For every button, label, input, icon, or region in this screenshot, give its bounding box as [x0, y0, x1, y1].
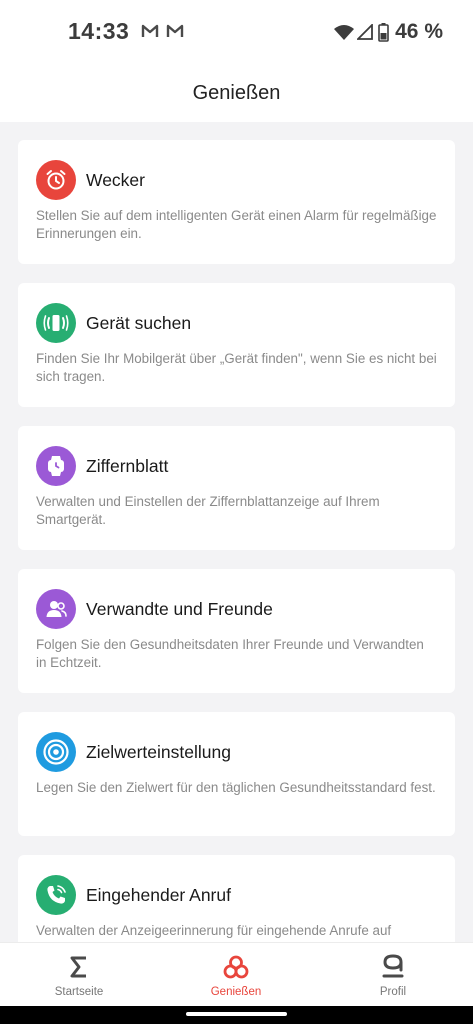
card-title: Verwandte und Freunde: [86, 598, 273, 619]
battery-icon: [378, 22, 389, 42]
sigma-icon: [70, 956, 86, 978]
card-description: Stellen Sie auf dem intelligenten Gerät …: [36, 208, 437, 241]
card-geraet-suchen[interactable]: Gerät suchen Finden Sie Ihr Mobilgerät ü…: [18, 283, 455, 407]
alarm-clock-icon: [36, 160, 76, 200]
card-description: Legen Sie den Zielwert für den täglichen…: [36, 780, 436, 795]
card-ziffernblatt[interactable]: Ziffernblatt Verwalten und Einstellen de…: [18, 426, 455, 550]
card-eingehender-anruf[interactable]: Eingehender Anruf Verwalten der Anzeigee…: [18, 855, 455, 955]
gesture-navigation-area: [0, 1006, 473, 1024]
card-title: Zielwerteinstellung: [86, 741, 231, 762]
battery-percent: 46 %: [395, 20, 443, 43]
friends-icon: [36, 589, 76, 629]
card-description: Verwalten der Anzeigeerinnerung für eing…: [36, 923, 392, 938]
gesture-handle[interactable]: [186, 1012, 287, 1016]
card-title: Wecker: [86, 169, 145, 190]
card-wecker[interactable]: Wecker Stellen Sie auf dem intelligenten…: [18, 140, 455, 264]
wifi-icon: [334, 25, 355, 40]
card-title: Gerät suchen: [86, 312, 192, 333]
gmail-icon: [166, 24, 184, 37]
system-status-icons: 46 %: [334, 20, 443, 44]
status-bar: 14:33 46 %: [0, 0, 473, 64]
incoming-call-icon: [36, 875, 76, 915]
nav-label: Profil: [379, 986, 407, 998]
nav-item-geniessen[interactable]: Genießen: [176, 943, 296, 1007]
nav-label: Genießen: [210, 986, 262, 998]
nav-item-profil[interactable]: Profil: [333, 943, 453, 1007]
signal-icon: [357, 24, 374, 40]
card-description: Folgen Sie den Gesundheitsdaten Ihrer Fr…: [36, 637, 424, 670]
watch-face-icon: [36, 446, 76, 486]
target-icon: [36, 732, 76, 772]
nav-label: Startseite: [54, 986, 104, 998]
card-title: Eingehender Anruf: [86, 884, 231, 905]
status-time: 14:33: [68, 18, 130, 44]
card-verwandte-und-freunde[interactable]: Verwandte und Freunde Folgen Sie den Ges…: [18, 569, 455, 693]
app-bar: Genießen: [0, 64, 473, 122]
card-zielwerteinstellung[interactable]: Zielwerteinstellung Legen Sie den Zielwe…: [18, 712, 455, 836]
gmail-icon: [141, 24, 159, 37]
card-description: Finden Sie Ihr Mobilgerät über „Gerät fi…: [36, 351, 437, 384]
bottom-navigation: Startseite Genießen Profil: [0, 942, 473, 1006]
enjoy-icon: [223, 955, 249, 979]
card-title: Ziffernblatt: [86, 455, 169, 476]
card-description: Verwalten und Einstellen der Ziffernblat…: [36, 494, 380, 527]
find-device-icon: [36, 303, 76, 343]
profile-icon: [382, 954, 404, 978]
nav-item-startseite[interactable]: Startseite: [19, 943, 139, 1007]
page-title: Genießen: [192, 82, 281, 104]
